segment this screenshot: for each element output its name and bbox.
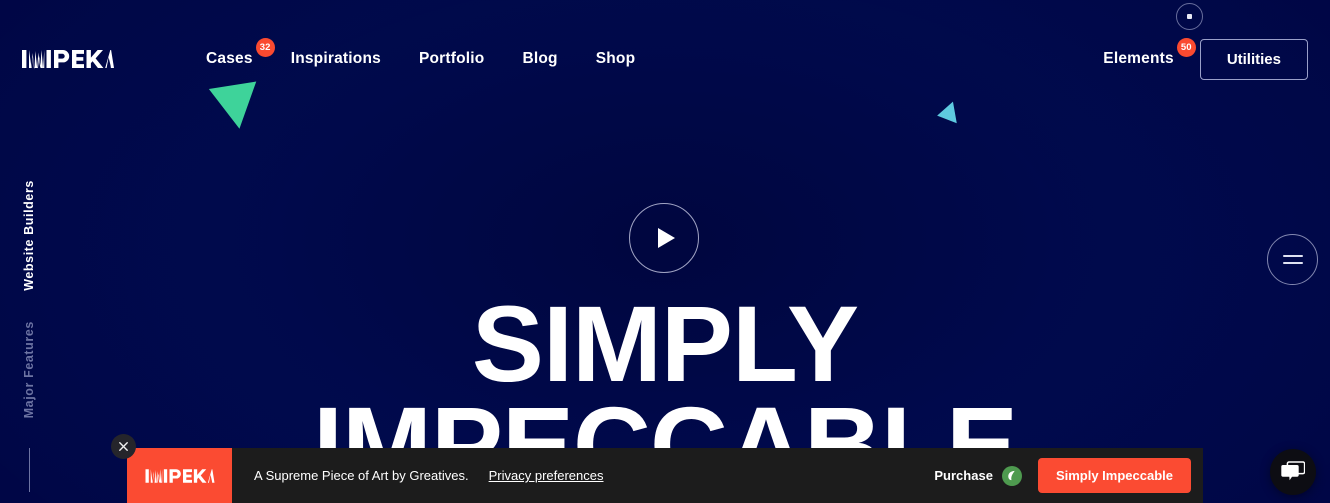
headline-line-1: SIMPLY — [471, 283, 859, 404]
nav-item-cases[interactable]: Cases 32 — [206, 38, 275, 68]
hamburger-line-icon — [1282, 255, 1303, 257]
nav-label: Shop — [595, 50, 636, 67]
section-rail: Website Builders Major Features — [22, 180, 36, 493]
privacy-preferences-link[interactable]: Privacy preferences — [489, 468, 604, 483]
leaf-icon — [1001, 465, 1022, 486]
rail-item-website-builders[interactable]: Website Builders — [22, 180, 36, 291]
header-right-group: Elements 50 Utilities — [1103, 38, 1308, 80]
hamburger-menu-button[interactable] — [1267, 234, 1318, 285]
nav-label: Inspirations — [290, 50, 381, 67]
nav-badge-cases: 32 — [255, 38, 275, 57]
site-logo[interactable] — [22, 47, 114, 71]
nav-item-shop[interactable]: Shop — [596, 50, 636, 68]
nav-label: Elements — [1103, 50, 1174, 67]
leaf-glyph-icon — [1008, 470, 1016, 481]
play-video-button[interactable] — [629, 203, 699, 273]
site-header: Cases 32 Inspirations Portfolio Blog Sho… — [0, 0, 1330, 104]
nav-item-blog[interactable]: Blog — [522, 50, 557, 68]
nav-label: Portfolio — [418, 50, 485, 67]
banner-logo — [127, 448, 232, 503]
impeka-logo-icon — [22, 50, 114, 70]
rail-divider — [28, 448, 30, 493]
nav-item-elements[interactable]: Elements 50 — [1103, 38, 1196, 68]
play-icon — [658, 228, 675, 248]
nav-badge-elements: 50 — [1176, 38, 1196, 57]
simply-impeccable-cta-button[interactable]: Simply Impeccable — [1037, 458, 1191, 493]
banner-close-button[interactable] — [111, 434, 136, 459]
purchase-button[interactable]: Purchase — [934, 465, 1022, 486]
cookie-banner: A Supreme Piece of Art by Greatives. Pri… — [111, 434, 1203, 503]
hamburger-line-icon — [1282, 262, 1303, 264]
nav-item-inspirations[interactable]: Inspirations — [291, 50, 381, 68]
banner-actions: Purchase Simply Impeccable — [934, 458, 1203, 493]
nav-item-portfolio[interactable]: Portfolio — [419, 50, 485, 68]
chat-widget-button[interactable] — [1270, 449, 1316, 495]
close-icon — [119, 442, 128, 451]
nav-label: Blog — [522, 50, 558, 67]
chat-bubbles-icon — [1281, 461, 1305, 481]
nav-label: Cases — [206, 50, 253, 67]
decorative-triangle-cyan — [935, 101, 957, 127]
impeka-logo-icon — [145, 468, 214, 484]
rail-item-major-features[interactable]: Major Features — [22, 321, 36, 418]
utilities-button[interactable]: Utilities — [1199, 38, 1308, 80]
purchase-label: Purchase — [934, 468, 993, 483]
main-navigation: Cases 32 Inspirations Portfolio Blog Sho… — [206, 38, 636, 68]
banner-message: A Supreme Piece of Art by Greatives. — [254, 468, 469, 483]
